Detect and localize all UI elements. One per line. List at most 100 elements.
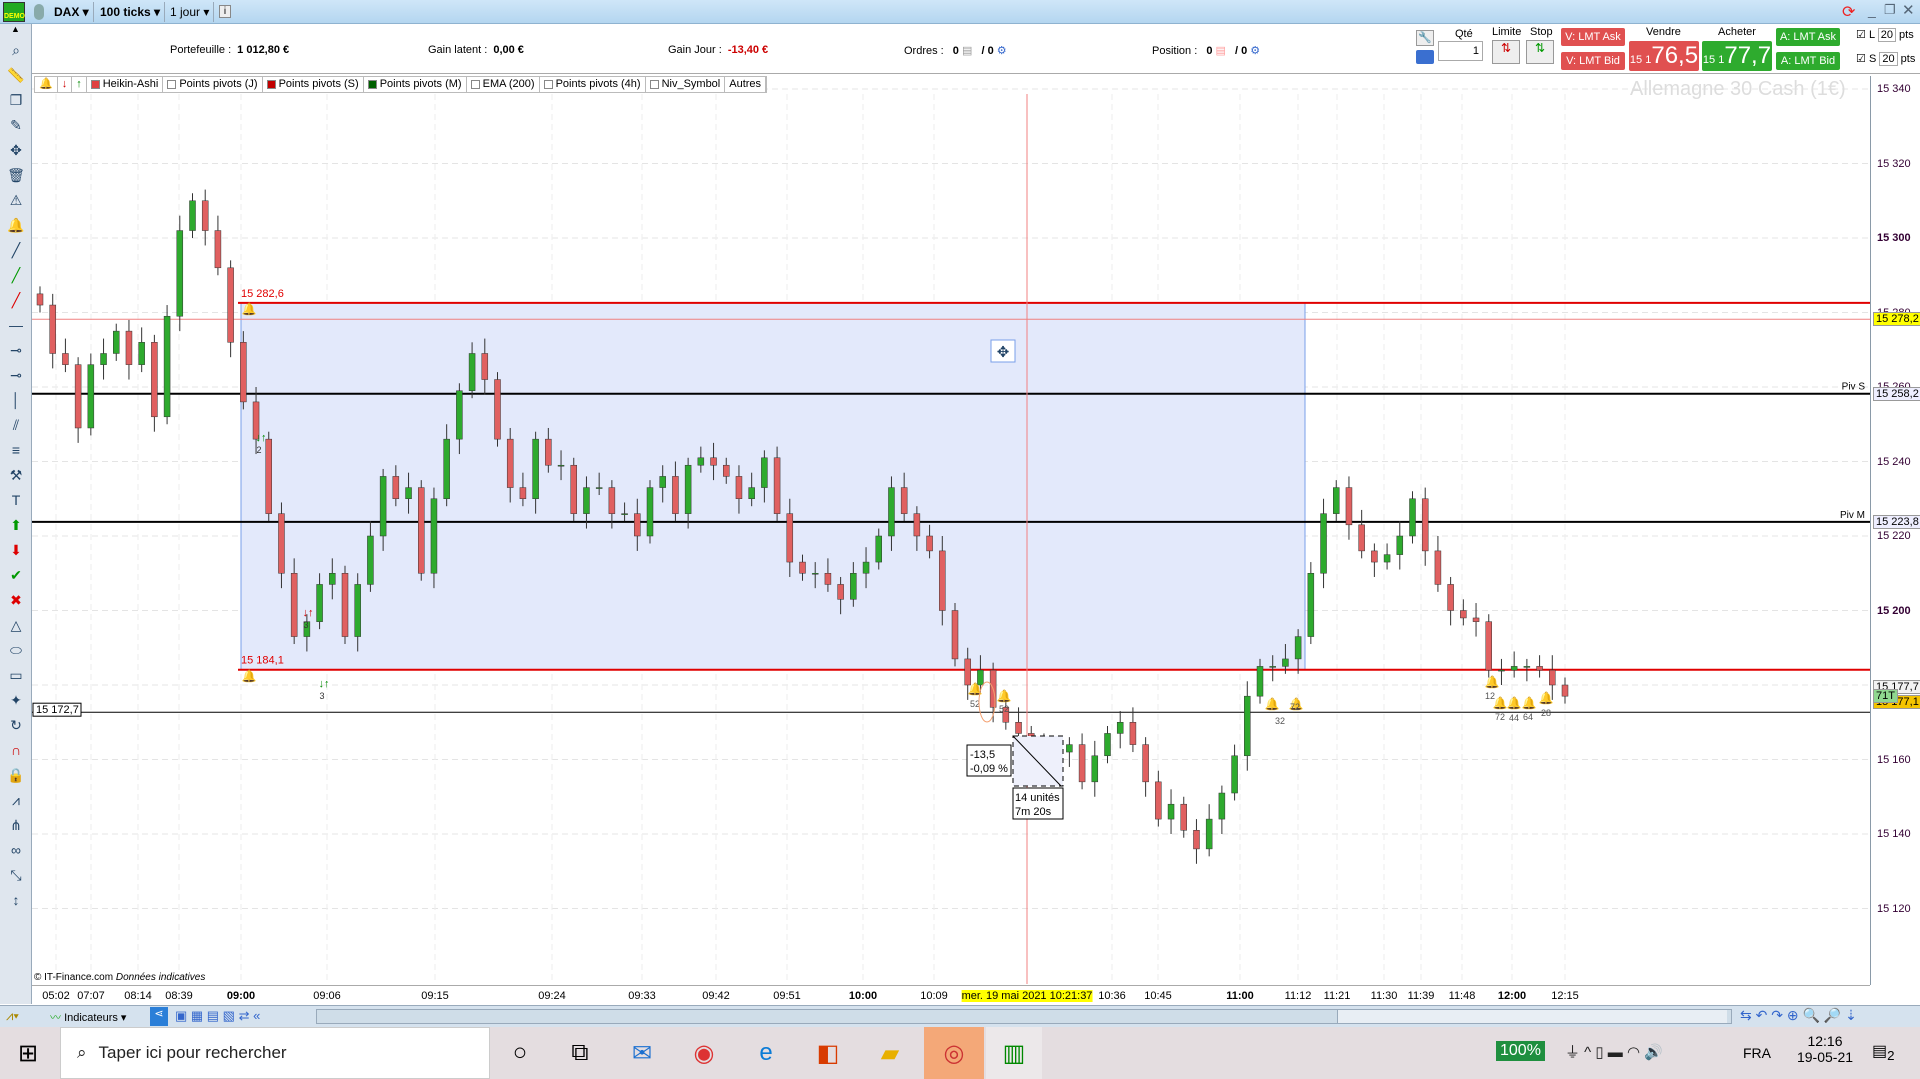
indicator-tab[interactable]: Points pivots (4h) xyxy=(540,77,646,92)
x-tick-label: 09:51 xyxy=(773,990,801,1002)
x-tick-label: 10:09 xyxy=(920,990,948,1002)
measure-units: 14 unités xyxy=(1015,792,1060,804)
candle xyxy=(1244,681,1251,771)
tab-checkbox[interactable] xyxy=(90,80,100,89)
trade-arrow-icon: ↓↑ xyxy=(256,432,267,444)
edge-icon[interactable]: e xyxy=(738,1027,794,1079)
arrow-label: 2 xyxy=(256,445,261,455)
candle xyxy=(87,353,95,436)
candle xyxy=(1193,819,1200,864)
candle-body xyxy=(240,342,247,403)
x-tick-label: 10:36 xyxy=(1098,990,1126,1002)
horizontal-scrollbar[interactable] xyxy=(316,1009,1732,1024)
candle-body xyxy=(557,464,565,467)
indicator-tab[interactable]: Autres xyxy=(725,77,767,92)
zoom-controls[interactable]: ⇆ ↶ ↷ ⊕ 🔍 🔎 ⇣ xyxy=(1740,1007,1857,1024)
alert-count: 32 xyxy=(1275,716,1285,726)
indicator-tab[interactable]: Niv_Symbol xyxy=(646,77,726,92)
tab-checkbox[interactable] xyxy=(543,80,553,89)
candle-body xyxy=(850,573,857,600)
share-icon[interactable]: ⋖ xyxy=(150,1007,168,1026)
x-tick-label: 11:21 xyxy=(1323,990,1351,1002)
tab-label: EMA (200) xyxy=(482,78,535,90)
cortana-icon[interactable]: ○ xyxy=(492,1027,548,1079)
candle-body xyxy=(1371,550,1378,563)
indicator-tab[interactable]: EMA (200) xyxy=(467,77,540,92)
ticks-remaining-tag: 71T xyxy=(1873,689,1898,704)
candle-body xyxy=(62,353,69,365)
mail-icon[interactable]: ✉ xyxy=(614,1027,670,1079)
draw-style-icon[interactable]: ⩘▾ xyxy=(6,1008,19,1024)
notification-count: 2 xyxy=(1887,1048,1895,1064)
candle-body xyxy=(74,364,82,429)
indicator-tab[interactable]: Points pivots (S) xyxy=(263,77,364,92)
taskbar-search[interactable]: ⌕ Taper ici pour rechercher xyxy=(60,1027,490,1079)
toolbar-icons[interactable]: ▣ ▦ ▤ ▧ ⇄ « xyxy=(175,1008,260,1024)
candle-body xyxy=(354,584,361,637)
prorealtime-icon[interactable]: ▥ xyxy=(986,1027,1042,1079)
candle xyxy=(1409,491,1416,544)
scrollbar-thumb[interactable] xyxy=(1337,1010,1727,1023)
indicator-chart-icon: 〰 xyxy=(50,1012,61,1024)
candle-body xyxy=(1485,621,1492,671)
tab-checkbox[interactable] xyxy=(649,80,659,89)
candle-body xyxy=(1549,669,1556,686)
alert-count: 52 xyxy=(970,699,980,709)
candle-body xyxy=(1104,733,1111,757)
candle-body xyxy=(1307,573,1315,637)
tab-checkbox[interactable] xyxy=(470,80,480,89)
alert-count: 52 xyxy=(999,704,1009,714)
candle-body xyxy=(1155,781,1162,820)
indicator-tab[interactable]: Heikin-Ashi xyxy=(87,77,164,92)
indicator-tab[interactable]: Points pivots (M) xyxy=(364,77,467,92)
notification-icon[interactable]: ▤2 xyxy=(1872,1041,1895,1063)
candle xyxy=(1333,480,1340,522)
candle-body xyxy=(595,487,603,489)
bell-icon: 🔔 xyxy=(1522,696,1537,710)
bell-icon: 🔔 xyxy=(242,669,257,683)
bell-tab-icon[interactable]: 🔔 xyxy=(35,77,58,92)
file-explorer-icon[interactable]: ▰ xyxy=(862,1027,918,1079)
candle-body xyxy=(418,487,425,574)
candle xyxy=(1421,487,1429,566)
candle-body xyxy=(811,573,819,575)
tab-label: Points pivots (M) xyxy=(379,78,462,90)
candle xyxy=(240,331,247,410)
indicator-tab[interactable]: Points pivots (J) xyxy=(163,77,263,92)
candle xyxy=(1307,562,1315,645)
price-axis[interactable]: 15 34015 32015 30015 28015 26015 24015 2… xyxy=(1870,76,1920,985)
indicateurs-button[interactable]: 〰 Indicateurs ▾ xyxy=(50,1009,126,1025)
measure-pct: -0,09 % xyxy=(970,763,1008,775)
battery-indicator[interactable]: 100% xyxy=(1496,1041,1545,1061)
chrome-icon[interactable]: ◉ xyxy=(676,1027,732,1079)
candle-body xyxy=(735,476,743,499)
language-indicator[interactable]: FRA xyxy=(1743,1045,1771,1061)
x-tick-label: 09:15 xyxy=(421,990,449,1002)
price-chart[interactable]: 15 282,615 184,1Piv SPiv M15 172,7✥🔔🔔🔔 🔔🔔… xyxy=(0,0,1920,1079)
candle xyxy=(189,193,196,238)
candle xyxy=(1371,543,1378,577)
sell-tab-icon[interactable]: ↓ xyxy=(58,77,73,92)
time-axis[interactable]: 05:02 07:07 08:14 08:39 09:00 09:06 09:15 09:24… xyxy=(32,985,1870,1005)
candle-body xyxy=(1498,669,1505,672)
clock[interactable]: 12:16 19-05-21 xyxy=(1795,1033,1855,1065)
candle-body xyxy=(1116,722,1124,734)
level-label: 15 282,6 xyxy=(241,288,284,300)
candle-body xyxy=(392,476,400,499)
y-tick-label: 15 300 xyxy=(1877,232,1911,244)
task-view-icon[interactable]: ⧉ xyxy=(552,1027,608,1079)
y-tick-label: 15 120 xyxy=(1877,902,1911,915)
alert-count: 12 xyxy=(1485,691,1495,701)
windows-start-icon[interactable]: ⊞ xyxy=(0,1027,56,1079)
tab-checkbox[interactable] xyxy=(167,80,177,89)
app-icon[interactable]: ◎ xyxy=(924,1027,984,1079)
candle-body xyxy=(570,464,577,514)
source-note: Données indicatives xyxy=(115,972,206,983)
tab-checkbox[interactable] xyxy=(266,80,276,89)
candle-body xyxy=(748,487,755,500)
tab-checkbox[interactable] xyxy=(367,80,377,89)
buy-tab-icon[interactable]: ↑ xyxy=(72,77,87,92)
office-icon[interactable]: ◧ xyxy=(800,1027,856,1079)
candle-body xyxy=(456,390,463,440)
tray-icons[interactable]: ⏚ ^ ▯ ▬ ◠ 🔊 xyxy=(1565,1041,1663,1062)
